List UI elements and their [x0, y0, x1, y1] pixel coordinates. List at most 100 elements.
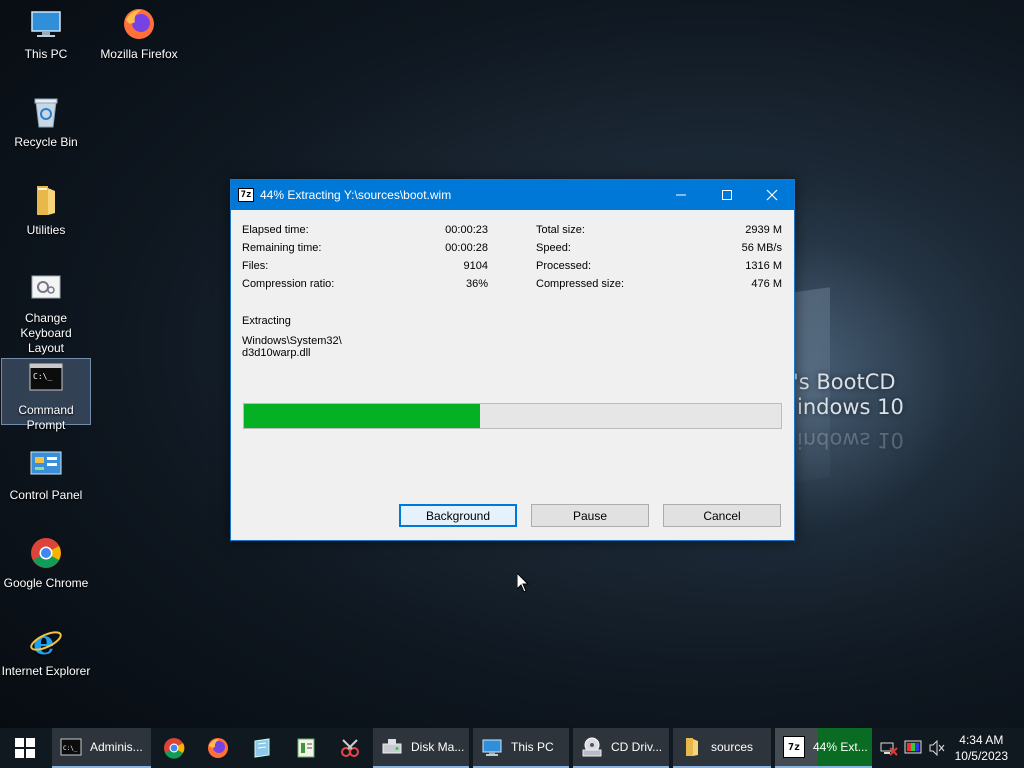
taskbar-task-label: CD Driv...: [611, 740, 663, 754]
folder-icon: [686, 738, 698, 756]
taskbar-pin-firefox[interactable]: [200, 728, 236, 768]
extraction-progress-window: 7z 44% Extracting Y:\sources\boot.wim El…: [230, 179, 795, 541]
elapsed-time-value: 00:00:23: [445, 224, 488, 236]
start-button[interactable]: [0, 728, 50, 768]
compressed-size-label: Compressed size:: [536, 278, 625, 290]
clock-time: 4:34 AM: [959, 733, 1004, 747]
remaining-time-value: 00:00:28: [445, 242, 488, 254]
desktop-icon-label: Utilities: [26, 223, 66, 237]
taskbar-task-this-pc[interactable]: This PC: [473, 728, 569, 768]
clock-date: 10/5/2023: [954, 749, 1008, 763]
desktop-icon-command-prompt[interactable]: C:\_ Command Prompt: [1, 358, 91, 432]
taskbar-pin-snipping-tool[interactable]: [332, 728, 368, 768]
windows-logo-icon: [15, 738, 35, 758]
taskbar-task-label: Adminis...: [90, 740, 143, 754]
taskbar-task-label: This PC: [511, 740, 554, 754]
taskbar-task-7zip-extraction[interactable]: 7z 44% Ext...: [775, 728, 872, 768]
wallpaper-text-line1: 's BootCD: [793, 370, 896, 394]
mouse-cursor-icon: [517, 573, 529, 593]
taskbar: C:\_ Adminis... Disk Ma... This PC CD Dr…: [0, 728, 1024, 768]
desktop-icon-firefox[interactable]: Mozilla Firefox: [94, 6, 184, 62]
taskbar-task-disk-management[interactable]: Disk Ma...: [373, 728, 469, 768]
progress-bar-fill: [244, 404, 481, 428]
desktop-icon-change-keyboard-layout[interactable]: Change Keyboard Layout: [1, 270, 91, 356]
taskbar-pin-chrome[interactable]: [156, 728, 192, 768]
current-file-name: d3d10warp.dll: [242, 347, 311, 359]
chrome-icon: [164, 738, 185, 759]
taskbar-task-label: Disk Ma...: [411, 740, 465, 754]
desktop-icon-this-pc[interactable]: This PC: [1, 6, 91, 62]
desktop-icon-label: Google Chrome: [3, 576, 89, 590]
display-settings-icon: [904, 740, 922, 754]
settings-window-icon: [28, 270, 64, 306]
files-label: Files:: [242, 260, 269, 272]
svg-text:C:\_: C:\_: [33, 372, 52, 381]
command-prompt-icon: C:\_: [60, 738, 82, 756]
window-titlebar[interactable]: 7z 44% Extracting Y:\sources\boot.wim: [231, 180, 794, 210]
network-disconnected-icon: [880, 742, 898, 756]
total-size-value: 2939 M: [745, 224, 782, 236]
elapsed-time-label: Elapsed time:: [242, 224, 309, 236]
window-content: Elapsed time: 00:00:23 Remaining time: 0…: [231, 210, 794, 540]
taskbar-task-cd-drive[interactable]: CD Driv...: [573, 728, 669, 768]
cd-drive-icon: [582, 737, 602, 757]
text-editor-icon: [297, 738, 315, 758]
desktop-icon-label: Internet Explorer: [1, 664, 91, 678]
desktop-icon-label: This PC: [24, 47, 68, 61]
desktop-icon-recycle-bin[interactable]: Recycle Bin: [1, 94, 91, 150]
desktop-icon-label: Change Keyboard Layout: [20, 311, 72, 355]
speed-value: 56 MB/s: [741, 242, 782, 254]
taskbar-task-label: sources: [711, 740, 754, 754]
processed-label: Processed:: [536, 260, 592, 272]
taskbar-pin-editor[interactable]: [288, 728, 324, 768]
cancel-button[interactable]: Cancel: [663, 504, 781, 527]
taskbar-pin-notebook[interactable]: [244, 728, 280, 768]
background-button[interactable]: Background: [399, 504, 517, 527]
desktop-icon-internet-explorer[interactable]: e Internet Explorer: [1, 623, 91, 679]
volume-muted-icon: [929, 739, 945, 757]
desktop-icon-label: Mozilla Firefox: [100, 47, 178, 61]
desktop-icon-utilities[interactable]: Utilities: [1, 182, 91, 238]
total-size-label: Total size:: [536, 224, 585, 236]
speed-label: Speed:: [536, 242, 571, 254]
minimize-icon: [676, 194, 686, 196]
close-icon: [766, 189, 778, 201]
folder-icon: [28, 182, 64, 218]
internet-explorer-icon: e: [28, 623, 64, 663]
wallpaper-text-line2: indows 10: [797, 395, 904, 419]
maximize-icon: [722, 190, 732, 200]
current-file-path: Windows\System32\: [242, 335, 342, 347]
close-button[interactable]: [749, 180, 795, 210]
remaining-time-label: Remaining time:: [242, 242, 322, 254]
status-text: Extracting: [242, 315, 291, 327]
svg-text:C:\_: C:\_: [63, 745, 78, 752]
tray-display[interactable]: [902, 728, 924, 768]
minimize-button[interactable]: [658, 180, 704, 210]
taskbar-task-sources-folder[interactable]: sources: [673, 728, 771, 768]
firefox-icon: [208, 738, 228, 758]
tray-clock[interactable]: 4:34 AM 10/5/2023: [955, 732, 1008, 764]
tray-volume[interactable]: [926, 728, 948, 768]
processed-value: 1316 M: [745, 260, 782, 272]
computer-icon: [28, 6, 64, 42]
desktop-icon-label: Recycle Bin: [14, 135, 78, 149]
notebook-icon: [254, 738, 270, 758]
pause-button[interactable]: Pause: [531, 504, 649, 527]
desktop-icon-label: Control Panel: [9, 488, 83, 502]
scissors-icon: [341, 739, 359, 757]
tray-network[interactable]: [878, 728, 900, 768]
compression-ratio-label: Compression ratio:: [242, 278, 335, 290]
files-value: 9104: [463, 260, 488, 272]
computer-icon: [482, 739, 502, 756]
wallpaper-text-reflection: indows 10: [797, 428, 904, 452]
desktop-icon-control-panel[interactable]: Control Panel: [1, 447, 91, 503]
command-prompt-icon: C:\_: [28, 362, 64, 398]
window-title: 44% Extracting Y:\sources\boot.wim: [260, 188, 452, 202]
seven-zip-icon: 7z: [783, 736, 805, 758]
desktop-icon-google-chrome[interactable]: Google Chrome: [1, 535, 91, 591]
recycle-bin-icon: [28, 94, 64, 130]
control-panel-icon: [28, 447, 64, 483]
compressed-size-value: 476 M: [751, 278, 782, 290]
maximize-button[interactable]: [704, 180, 750, 210]
taskbar-task-command-prompt[interactable]: C:\_ Adminis...: [52, 728, 151, 768]
